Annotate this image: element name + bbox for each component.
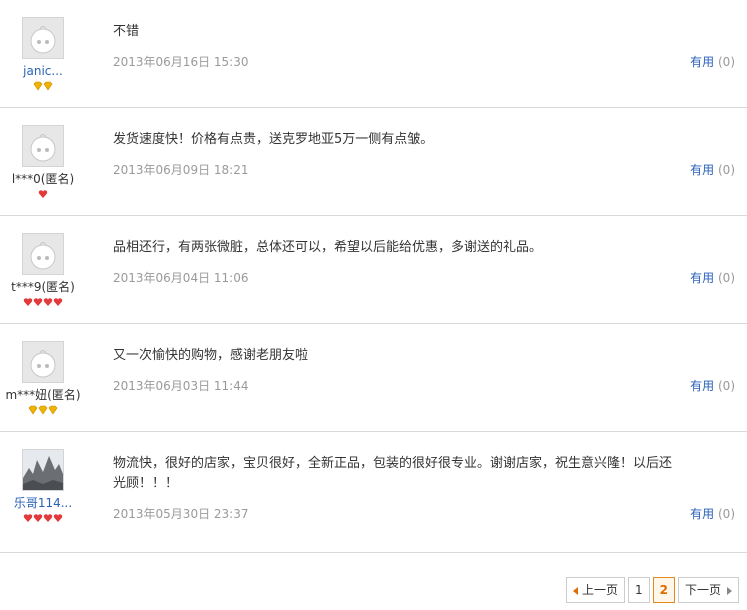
red-heart-icon (33, 513, 43, 523)
reviewer-name: l***0(匿名) (11, 172, 75, 186)
review-list: janic... 不错 2013年06月16日 15:30 有用 (0) l**… (0, 0, 747, 553)
reviewer-name[interactable]: 乐哥114... (0, 496, 86, 510)
gold-diamond-icon (33, 81, 43, 91)
page-2-button[interactable]: 2 (652, 577, 675, 603)
review-content: 又一次愉快的购物，感谢老朋友啦 (113, 348, 309, 363)
avatar[interactable] (22, 341, 64, 383)
avatar[interactable] (22, 17, 64, 59)
useful-button[interactable]: 有用 (690, 163, 714, 177)
useful-count: (0) (718, 163, 735, 177)
review-content: 品相还行，有两张微脏，总体还可以，希望以后能给优惠，多谢送的礼品。 (113, 240, 543, 255)
red-heart-icon (38, 189, 48, 199)
reviewer-name: t***9(匿名) (11, 280, 75, 294)
review-item: l***0(匿名) 发货速度快！价格有点贵，送克罗地亚5万一侧有点皱。 2013… (0, 108, 747, 216)
useful-vote: 有用 (0) (690, 269, 735, 286)
useful-button[interactable]: 有用 (690, 379, 714, 393)
review-content: 不错 (113, 24, 140, 39)
reviewer: t***9(匿名) (0, 216, 86, 309)
useful-button[interactable]: 有用 (690, 271, 714, 285)
arrow-right-icon (727, 586, 732, 595)
avatar[interactable] (22, 125, 64, 167)
reviewer: 乐哥114... (0, 432, 86, 525)
red-heart-icon (53, 297, 63, 307)
credit-badges (0, 189, 86, 201)
red-heart-icon (33, 297, 43, 307)
useful-count: (0) (718, 271, 735, 285)
review-date: 2013年06月03日 11:44 (113, 379, 249, 393)
useful-vote: 有用 (0) (690, 377, 735, 394)
pagination: 上一页 1 2 下一页 (563, 577, 739, 603)
red-heart-icon (23, 297, 33, 307)
gold-diamond-icon (43, 81, 53, 91)
useful-button[interactable]: 有用 (690, 55, 714, 69)
useful-vote: 有用 (0) (690, 53, 735, 70)
avatar-photo[interactable] (22, 449, 64, 491)
review-item: m***妞(匿名) 又一次愉快的购物，感谢老朋友啦 2013年06月03日 11… (0, 324, 747, 432)
prev-page-button[interactable]: 上一页 (565, 577, 625, 603)
red-heart-icon (23, 513, 33, 523)
credit-badges (0, 81, 86, 93)
gold-diamond-icon (48, 405, 58, 415)
gold-diamond-icon (28, 405, 38, 415)
reviewer: l***0(匿名) (0, 108, 86, 201)
reviewer: m***妞(匿名) (0, 324, 86, 417)
review-date: 2013年06月04日 11:06 (113, 271, 249, 285)
useful-count: (0) (718, 507, 735, 521)
review-date: 2013年05月30日 23:37 (113, 507, 249, 521)
credit-badges (0, 405, 86, 417)
arrow-left-icon (572, 586, 578, 595)
review-content: 发货速度快！价格有点贵，送克罗地亚5万一侧有点皱。 (113, 132, 434, 147)
useful-button[interactable]: 有用 (690, 507, 714, 521)
reviewer: janic... (0, 0, 86, 93)
review-date: 2013年06月09日 18:21 (113, 163, 249, 177)
review-content: 物流快，很好的店家，宝贝很好，全新正品，包装的很好很专业。谢谢店家，祝生意兴隆！… (113, 456, 673, 491)
reviewer-name: m***妞(匿名) (5, 388, 81, 402)
useful-vote: 有用 (0) (690, 161, 735, 178)
review-item: 乐哥114... 物流快，很好的店家，宝贝很好，全新正品，包装的很好很专业。谢谢… (0, 432, 747, 553)
reviewer-name[interactable]: janic... (0, 64, 86, 78)
useful-count: (0) (718, 379, 735, 393)
red-heart-icon (53, 513, 63, 523)
useful-count: (0) (718, 55, 735, 69)
gold-diamond-icon (38, 405, 48, 415)
page-1-button[interactable]: 1 (627, 577, 650, 603)
avatar[interactable] (22, 233, 64, 275)
next-page-button[interactable]: 下一页 (677, 577, 739, 603)
credit-badges (0, 513, 86, 525)
red-heart-icon (43, 297, 53, 307)
review-item: t***9(匿名) 品相还行，有两张微脏，总体还可以，希望以后能给优惠，多谢送的… (0, 216, 747, 324)
useful-vote: 有用 (0) (690, 505, 735, 522)
red-heart-icon (43, 513, 53, 523)
review-date: 2013年06月16日 15:30 (113, 55, 249, 69)
prev-page-label: 上一页 (581, 583, 618, 597)
review-item: janic... 不错 2013年06月16日 15:30 有用 (0) (0, 0, 747, 108)
credit-badges (0, 297, 86, 309)
next-page-label: 下一页 (684, 583, 721, 597)
